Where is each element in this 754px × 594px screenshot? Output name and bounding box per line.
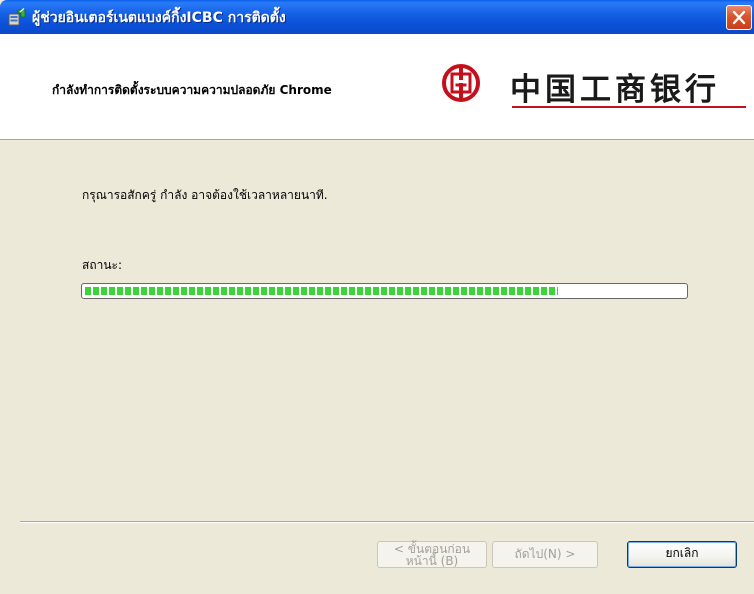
wait-message: กรุณารอสักครู่ กำลัง อาจต้องใช้เวลาหลายน… [82, 188, 328, 202]
icbc-logo-icon [442, 64, 480, 102]
brand-name: 中国工商银行 [510, 72, 720, 108]
cancel-button[interactable]: ยกเลิก [627, 541, 737, 568]
window-title: ผู้ช่วยอินเตอร์เนตแบงค์กิ้งICBC การติดตั… [32, 10, 286, 26]
installer-window: ผู้ช่วยอินเตอร์เนตแบงค์กิ้งICBC การติดตั… [0, 0, 754, 594]
back-button[interactable]: < ขั้นตอนก่อน หน้านี้ (B) [377, 541, 487, 568]
status-label: สถานะ: [82, 258, 123, 272]
back-button-label-line2: หน้านี้ (B) [405, 554, 459, 568]
header-text: กำลังทำการติดตั้งระบบความความปลอดภัย Chr… [52, 83, 332, 97]
title-bar[interactable]: ผู้ช่วยอินเตอร์เนตแบงค์กิ้งICBC การติดตั… [0, 0, 754, 34]
brand-underline [512, 106, 746, 108]
installer-icon [8, 8, 26, 26]
footer-separator [20, 521, 754, 523]
close-button[interactable] [726, 5, 752, 30]
close-icon [732, 10, 746, 25]
progress-bar [81, 283, 688, 299]
next-button[interactable]: ถัดไป(N) > [492, 541, 598, 568]
progress-fill [85, 287, 558, 295]
header-banner: กำลังทำการติดตั้งระบบความความปลอดภัย Chr… [0, 34, 754, 140]
